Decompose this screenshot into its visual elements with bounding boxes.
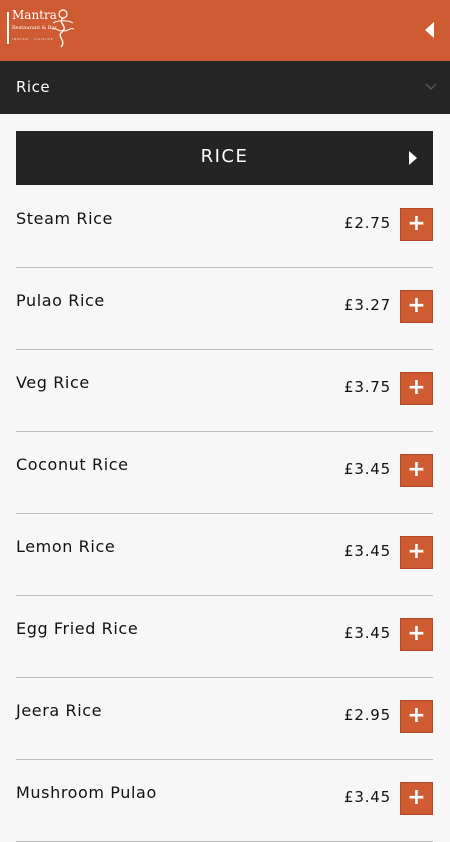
restaurant-logo[interactable]: Mantra Restaurant & Bar INDIAN · CUISINE <box>7 7 77 49</box>
add-to-cart-button[interactable]: + <box>400 618 433 651</box>
app-header: Mantra Restaurant & Bar INDIAN · CUISINE <box>0 0 450 61</box>
menu-item-price: £2.95 <box>344 706 391 724</box>
add-to-cart-button[interactable]: + <box>400 536 433 569</box>
add-to-cart-button[interactable]: + <box>400 782 433 815</box>
menu-item-price: £3.75 <box>344 378 391 396</box>
menu-item: Pulao Rice £3.27 + <box>16 268 433 350</box>
add-to-cart-button[interactable]: + <box>400 290 433 323</box>
menu-item: Veg Rice £3.75 + <box>16 350 433 432</box>
menu-item-name: Mushroom Pulao <box>16 783 157 802</box>
menu-item-name: Pulao Rice <box>16 291 105 310</box>
menu-item-price: £3.45 <box>344 542 391 560</box>
triangle-left-icon <box>425 22 434 38</box>
menu-item-price: £2.75 <box>344 214 391 232</box>
menu-item-price: £3.45 <box>344 460 391 478</box>
category-dropdown[interactable]: Rice <box>0 61 450 114</box>
menu-item: Steam Rice £2.75 + <box>16 186 433 268</box>
logo-bar <box>7 12 9 44</box>
menu-item-price: £3.27 <box>344 296 391 314</box>
menu-item-name: Coconut Rice <box>16 455 129 474</box>
menu-item-price: £3.45 <box>344 624 391 642</box>
menu-item: Jeera Rice £2.95 + <box>16 678 433 760</box>
menu-item: Egg Fried Rice £3.45 + <box>16 596 433 678</box>
menu-item-price: £3.45 <box>344 788 391 806</box>
add-to-cart-button[interactable]: + <box>400 454 433 487</box>
menu-item: Lemon Rice £3.45 + <box>16 514 433 596</box>
section-title: RICE <box>200 146 249 167</box>
chevron-down-icon <box>425 83 437 90</box>
add-to-cart-button[interactable]: + <box>400 700 433 733</box>
menu-item-list: Steam Rice £2.75 + Pulao Rice £3.27 + Veg Rice… <box>16 186 433 842</box>
caret-right-icon <box>409 151 417 165</box>
category-selected-label: Rice <box>16 78 51 96</box>
menu-item-name: Jeera Rice <box>16 701 103 720</box>
back-button[interactable] <box>422 20 436 40</box>
add-to-cart-button[interactable]: + <box>400 208 433 241</box>
menu-item-name: Egg Fried Rice <box>16 619 139 638</box>
section-header-rice[interactable]: RICE <box>16 131 433 185</box>
deity-emblem-icon <box>51 9 75 48</box>
add-to-cart-button[interactable]: + <box>400 372 433 405</box>
menu-item: Coconut Rice £3.45 + <box>16 432 433 514</box>
menu-item-name: Lemon Rice <box>16 537 116 556</box>
menu-item-name: Steam Rice <box>16 209 113 228</box>
menu-item-name: Veg Rice <box>16 373 90 392</box>
menu-item: Mushroom Pulao £3.45 + <box>16 760 433 842</box>
